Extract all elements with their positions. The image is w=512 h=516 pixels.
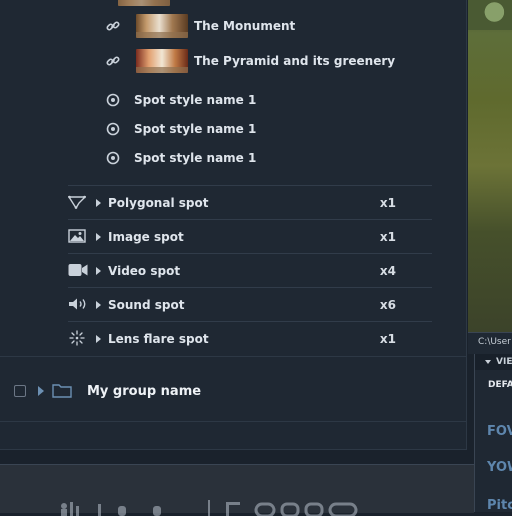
- separator: [68, 185, 432, 186]
- expand-caret-icon[interactable]: [96, 335, 101, 343]
- spot-category-label: Sound spot: [108, 298, 185, 312]
- panorama-thumbnail-partial: [118, 0, 170, 6]
- tab-default[interactable]: DEFA: [488, 380, 512, 390]
- group-name: My group name: [87, 383, 202, 399]
- spot-count: x4: [379, 264, 396, 278]
- style-spot-label: Spot style name 1: [134, 151, 257, 165]
- spot-category-label: Lens flare spot: [108, 332, 209, 346]
- spot-category-image[interactable]: Image spot x1: [68, 228, 432, 246]
- spot-category-label: Video spot: [108, 264, 181, 278]
- expand-caret-icon[interactable]: [96, 199, 101, 207]
- target-icon: [106, 122, 120, 136]
- video-icon: [68, 263, 88, 280]
- polygon-icon: [67, 195, 87, 212]
- view-panel: VIE DEFA FOV YOW Pitch: [474, 354, 512, 512]
- expand-caret-icon[interactable]: [96, 267, 101, 275]
- style-spot-label: Spot style name 1: [134, 122, 257, 136]
- linked-panorama-row[interactable]: The Monument: [106, 14, 295, 38]
- collapse-caret-icon: [485, 360, 491, 364]
- style-spot-row[interactable]: Spot style name 1: [106, 121, 256, 137]
- style-spot-row[interactable]: Spot style name 1: [106, 150, 256, 166]
- separator: [68, 219, 432, 220]
- panorama-preview: [468, 0, 512, 332]
- spot-category-label: Polygonal spot: [108, 196, 209, 210]
- brand-logo: [58, 498, 358, 516]
- spot-category-sound[interactable]: Sound spot x6: [68, 296, 432, 314]
- spot-category-polygonal[interactable]: Polygonal spot x1: [67, 194, 432, 212]
- spot-count: x1: [379, 332, 396, 346]
- group-checkbox[interactable]: [14, 385, 26, 397]
- spot-tree-panel: The Monument The Pyramid and its greener…: [0, 0, 467, 450]
- spot-category-label: Image spot: [108, 230, 184, 244]
- expand-caret-icon[interactable]: [96, 233, 101, 241]
- style-spot-row[interactable]: Spot style name 1: [106, 92, 256, 108]
- separator: [68, 321, 432, 322]
- pitch-label: Pitch: [487, 498, 512, 512]
- fov-label: FOV: [487, 424, 512, 439]
- spot-category-lens-flare[interactable]: Lens flare spot x1: [68, 329, 432, 349]
- expand-caret-icon[interactable]: [96, 301, 101, 309]
- target-icon: [106, 151, 120, 165]
- link-icon: [106, 54, 120, 68]
- panorama-preview-foliage: [468, 0, 512, 30]
- link-icon: [106, 19, 120, 33]
- panorama-label: The Monument: [194, 19, 296, 33]
- lens-flare-icon: [68, 329, 86, 349]
- footer-divider: [0, 452, 474, 464]
- yaw-label: YOW: [487, 460, 512, 475]
- style-spot-label: Spot style name 1: [134, 93, 257, 107]
- target-icon: [106, 93, 120, 107]
- spot-count: x1: [379, 196, 396, 210]
- folder-icon: [52, 382, 72, 401]
- separator: [68, 287, 432, 288]
- file-path-bar: C:\User: [468, 332, 512, 354]
- speaker-icon: [68, 297, 88, 314]
- spot-category-video[interactable]: Video spot x4: [68, 262, 432, 280]
- separator: [68, 253, 432, 254]
- linked-panorama-row[interactable]: The Pyramid and its greenery: [106, 49, 395, 73]
- expand-caret-icon[interactable]: [38, 386, 44, 396]
- panorama-thumbnail: [136, 49, 188, 73]
- panorama-label: The Pyramid and its greenery: [194, 54, 396, 68]
- image-icon: [68, 228, 86, 246]
- group-row[interactable]: My group name: [0, 356, 467, 422]
- spot-count: x1: [379, 230, 396, 244]
- view-panel-header[interactable]: VIE: [475, 354, 512, 370]
- panorama-thumbnail: [136, 14, 188, 38]
- view-panel-title: VIE: [496, 357, 512, 367]
- spot-count: x6: [379, 298, 396, 312]
